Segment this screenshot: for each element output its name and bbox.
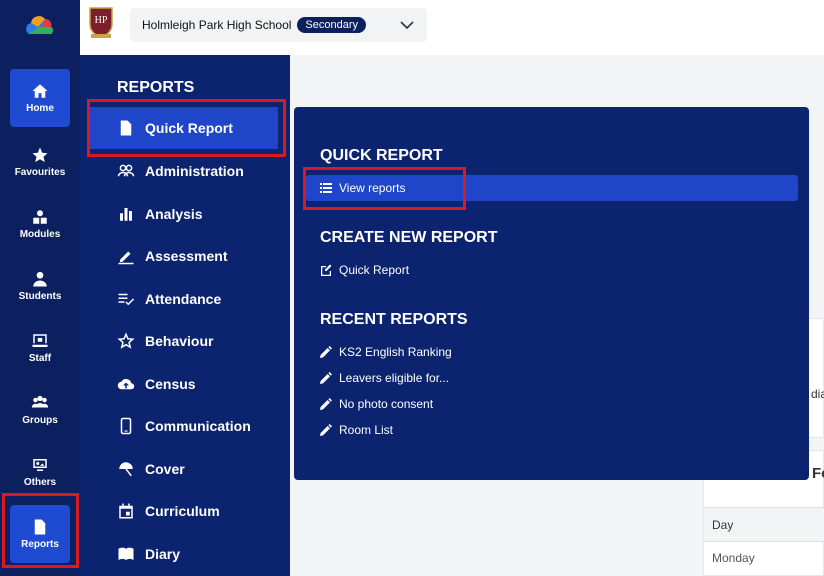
modules-icon <box>33 210 47 224</box>
school-crest-icon: HP <box>89 7 113 38</box>
quick-report-heading: QUICK REPORT <box>320 147 443 164</box>
rail-item-modules[interactable]: Modules <box>10 195 70 253</box>
pencil-icon <box>320 346 332 358</box>
highlight-view-reports <box>303 167 466 210</box>
menu-item-diary[interactable]: Diary <box>90 533 358 575</box>
menu-item-label: Communication <box>145 418 251 434</box>
book-icon <box>118 547 134 560</box>
background-partial-text: dia <box>811 387 824 401</box>
recent-reports-heading: RECENT REPORTS <box>320 311 468 328</box>
edit-icon <box>321 264 332 276</box>
rail-item-staff[interactable]: Staff <box>10 319 70 377</box>
umbrella-icon <box>119 462 133 477</box>
menu-item-label: Administration <box>145 163 244 179</box>
top-bar: HP Holmleigh Park High School Secondary <box>80 0 824 55</box>
create-quick-report-label: Quick Report <box>339 263 410 277</box>
groups-icon <box>31 395 49 408</box>
highlight-reports-rail <box>2 493 79 568</box>
menu-item-label: Assessment <box>145 248 228 264</box>
create-quick-report-link[interactable]: Quick Report <box>306 257 409 283</box>
rail-item-label: Others <box>23 477 57 488</box>
menu-item-label: Analysis <box>145 206 203 222</box>
pencil-icon <box>118 251 134 265</box>
rail-item-groups[interactable]: Groups <box>10 381 70 439</box>
others-icon <box>33 459 47 471</box>
app-rail: Home Favourites Modules Students Staff G… <box>0 0 80 576</box>
chevron-down-icon <box>400 21 414 30</box>
school-selector[interactable]: Holmleigh Park High School Secondary <box>130 8 427 42</box>
person-icon <box>33 271 47 287</box>
recent-report-link[interactable]: No photo consent <box>306 391 433 417</box>
people-icon <box>117 164 135 177</box>
star-icon <box>32 147 48 163</box>
rail-item-students[interactable]: Students <box>10 257 70 315</box>
menu-item-label: Behaviour <box>145 333 214 349</box>
table-header-row: Day <box>704 507 824 542</box>
menu-title: REPORTS <box>117 79 195 96</box>
cloud-logo-icon <box>26 16 54 34</box>
bar-chart-icon <box>120 208 132 221</box>
star-outline-icon <box>117 332 135 349</box>
phone-icon <box>120 417 132 435</box>
rail-item-home[interactable]: Home <box>10 69 70 127</box>
rail-item-favourites[interactable]: Favourites <box>10 133 70 191</box>
pencil-icon <box>320 372 332 384</box>
table-header-day: Day <box>712 518 734 532</box>
recent-report-label: Room List <box>339 423 394 437</box>
recent-report-label: No photo consent <box>339 397 434 411</box>
recent-report-link[interactable]: KS2 English Ranking <box>306 339 452 365</box>
checklist-icon <box>118 293 135 306</box>
highlight-quick-report-menu <box>87 99 286 157</box>
background-partial-heading: Fo <box>812 465 824 482</box>
recent-report-label: KS2 English Ranking <box>339 345 452 359</box>
rail-item-label: Staff <box>28 353 52 364</box>
school-name: Holmleigh Park High School <box>142 18 292 32</box>
recent-report-label: Leavers eligible for... <box>339 371 450 385</box>
staff-icon <box>32 334 48 347</box>
menu-item-label: Diary <box>145 546 181 562</box>
menu-item-label: Curriculum <box>145 503 220 519</box>
table-cell-day: Monday <box>712 551 755 565</box>
rail-item-label: Modules <box>19 229 61 240</box>
home-icon <box>32 84 48 98</box>
rail-item-label: Students <box>18 291 62 302</box>
pencil-icon <box>320 398 332 410</box>
recent-report-link[interactable]: Leavers eligible for... <box>306 365 449 391</box>
menu-item-label: Attendance <box>145 291 222 307</box>
phase-badge: Secondary <box>297 17 366 33</box>
rail-item-label: Home <box>26 103 54 114</box>
rail-item-label: Favourites <box>14 167 66 178</box>
calendar-icon <box>119 503 133 519</box>
create-report-heading: CREATE NEW REPORT <box>320 229 498 246</box>
svg-text:HP: HP <box>95 15 108 26</box>
menu-item-label: Census <box>145 376 196 392</box>
rail-item-label: Groups <box>22 415 58 426</box>
pencil-icon <box>320 424 332 436</box>
cloud-upload-icon <box>117 379 135 390</box>
menu-item-label: Cover <box>145 461 185 477</box>
quick-report-panel: QUICK REPORT View reports CREATE NEW REP… <box>294 107 809 480</box>
recent-report-link[interactable]: Room List <box>306 417 393 443</box>
menu-item-curriculum[interactable]: Curriculum <box>90 490 358 532</box>
